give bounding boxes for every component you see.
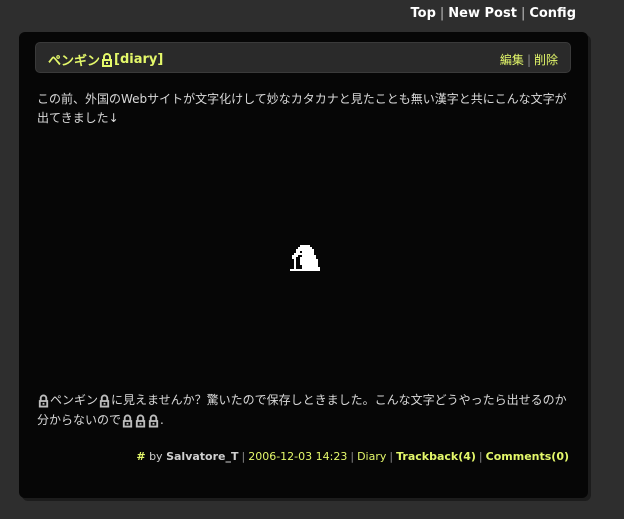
post-paragraph-1: この前、外国のWebサイトが文字化けして妙なカタカナと見たことも無い漢字と共にこ… xyxy=(37,92,567,125)
penguin-lock-icon xyxy=(147,414,160,428)
category-link[interactable]: Diary xyxy=(357,450,386,463)
action-separator: | xyxy=(526,53,531,67)
post-paragraph-2: ペンギン に見えませんか？驚いたので保存しときました。こんな文字どうやったら出せる… xyxy=(37,390,572,430)
penguin-image xyxy=(288,243,322,280)
top-navigation: Top | New Post | Config xyxy=(411,6,577,21)
author-name: Salvatore_T xyxy=(166,450,239,463)
penguin-lock-icon xyxy=(37,394,50,408)
meta-separator: | xyxy=(241,450,246,463)
post-title-prefix: ペンギン xyxy=(48,54,101,69)
edit-link[interactable]: 編集 xyxy=(500,53,524,67)
permalink-link[interactable]: # xyxy=(136,450,145,463)
penguin-lock-icon xyxy=(134,414,147,428)
nav-separator: | xyxy=(439,6,445,21)
meta-separator: | xyxy=(350,450,355,463)
penguin-lock-icon xyxy=(121,414,134,428)
post-title[interactable]: ペンギン [diary] xyxy=(48,50,163,69)
meta-separator: | xyxy=(478,450,483,463)
post-title-suffix: [diary] xyxy=(114,52,164,67)
meta-separator: | xyxy=(389,450,394,463)
nav-new-post-link[interactable]: New Post xyxy=(448,6,517,21)
datetime-link[interactable]: 2006-12-03 14:23 xyxy=(248,450,347,463)
trackback-link[interactable]: Trackback(4) xyxy=(396,450,476,463)
delete-link[interactable]: 削除 xyxy=(534,53,558,67)
nav-separator: | xyxy=(520,6,526,21)
post-actions: 編集 | 削除 xyxy=(500,51,558,68)
comments-link[interactable]: Comments(0) xyxy=(486,450,569,463)
post-panel: ペンギン [diary] 編集 | 削除 この前、外国のWebサイトが文字化けして妙… xyxy=(19,32,588,498)
nav-config-link[interactable]: Config xyxy=(529,6,576,21)
penguin-lock-icon xyxy=(98,394,111,408)
paragraph-2-part-a: ペンギン xyxy=(50,393,99,407)
paragraph-2-part-b: に見えませんか？驚いたので保存しときました。こんな文字どうやったら出せるのか分か… xyxy=(37,393,567,427)
post-meta: # by Salvatore_T | 2006-12-03 14:23 | Diary |… xyxy=(136,450,569,463)
meta-by: by xyxy=(145,450,167,463)
penguin-lock-icon xyxy=(100,52,114,67)
paragraph-2-part-c: . xyxy=(160,413,164,427)
nav-top-link[interactable]: Top xyxy=(411,6,436,21)
post-title-bar: ペンギン [diary] 編集 | 削除 xyxy=(35,42,571,73)
